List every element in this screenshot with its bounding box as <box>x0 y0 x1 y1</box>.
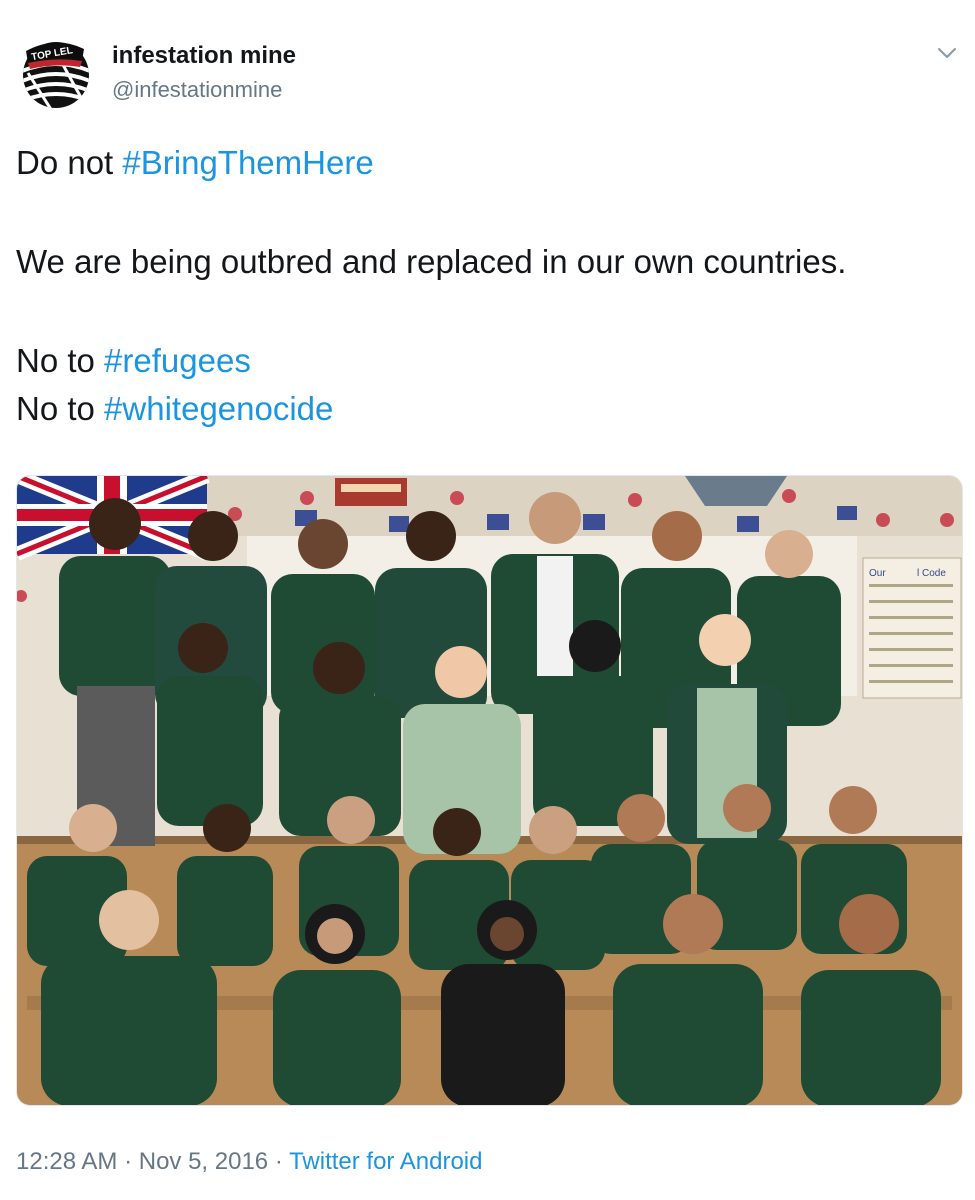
avatar[interactable]: TOP LEL <box>22 33 90 113</box>
tweet-line-2: We are being outbred and replaced in our… <box>16 243 847 280</box>
tweet-meta: 12:28 AM · Nov 5, 2016 · Twitter for And… <box>16 1148 482 1176</box>
meta-separator: · <box>117 1148 139 1175</box>
hashtag-link-bringthemhere[interactable]: #BringThemHere <box>122 144 373 181</box>
tweet-source-link[interactable]: Twitter for Android <box>289 1148 482 1175</box>
poster-text: Our <box>869 568 886 579</box>
tweet-line-3: No to #refugees <box>16 341 251 381</box>
hashtag-link-refugees[interactable]: #refugees <box>104 342 251 379</box>
poster-text-2: l Code <box>917 568 946 579</box>
tweet-date[interactable]: Nov 5, 2016 <box>139 1148 268 1175</box>
tweet-text: No to <box>16 390 105 427</box>
tweet-time[interactable]: 12:28 AM <box>16 1148 117 1175</box>
tweet-text: No to <box>16 342 105 379</box>
meta-separator: · <box>268 1148 290 1175</box>
chevron-down-icon[interactable] <box>936 44 958 62</box>
tweet-photo[interactable]: Our l Code <box>16 475 963 1106</box>
hashtag-link-whitegenocide[interactable]: #whitegenocide <box>104 390 333 427</box>
tweet-line-1: Do not #BringThemHere <box>16 143 374 183</box>
tweet-line-4: No to #whitegenocide <box>16 389 333 429</box>
display-name[interactable]: infestation mine <box>112 42 296 70</box>
tweet-text: Do not <box>16 144 123 181</box>
class-photo-image: Our l Code <box>17 476 962 1105</box>
user-handle[interactable]: @infestationmine <box>112 77 282 103</box>
